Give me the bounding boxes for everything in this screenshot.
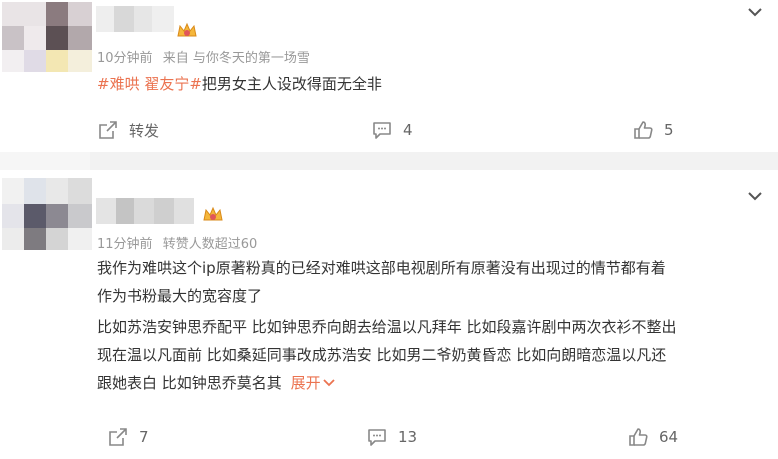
avatar[interactable] (2, 178, 92, 250)
expand-link[interactable]: 展开 (291, 374, 335, 392)
comment-icon (373, 122, 391, 139)
like-button[interactable]: 64 (627, 426, 678, 448)
comment-icon (368, 429, 386, 446)
crown-badge-icon (177, 22, 197, 37)
comment-text: 把男女主人设改得面无全非 (201, 75, 382, 93)
chevron-down-icon (322, 379, 335, 387)
chevron-down-icon[interactable] (747, 6, 763, 18)
repost-button[interactable]: 7 (107, 426, 149, 448)
meta-line: 11分钟前 转赞人数超过60 (97, 233, 263, 252)
comment-line: 现在温以凡面前 比如桑延同事改成苏浩安 比如男二爷奶黄昏恋 比如向朗暗恋温以凡还 (97, 346, 667, 364)
repost-button[interactable]: 转发 (97, 119, 159, 141)
post-time: 11分钟前 (97, 237, 153, 252)
crown-badge-icon (203, 206, 223, 221)
comment-line-last: 跟她表白 比如钟思乔莫名其 展开 (97, 369, 767, 397)
comment-count: 13 (398, 428, 418, 446)
username-blurred[interactable] (96, 6, 174, 32)
avatar[interactable] (2, 2, 92, 74)
like-icon (634, 121, 653, 139)
chevron-down-icon[interactable] (747, 190, 763, 202)
meta-line: 10分钟前 来自 与你冬天的第一场雪 (97, 47, 316, 66)
comment-body: 我作为难哄这个ip原著粉真的已经对难哄这部电视剧所有原著没有出现过的情节都有着 … (97, 254, 767, 397)
like-icon (629, 428, 648, 446)
comment-line: 我作为难哄这个ip原著粉真的已经对难哄这部电视剧所有原著没有出现过的情节都有着 (97, 259, 666, 277)
comment-button[interactable]: 4 (371, 119, 413, 141)
like-count: 5 (664, 121, 674, 139)
post-stat: 转赞人数超过60 (162, 237, 258, 252)
post-time: 10分钟前 (97, 51, 153, 66)
repost-count: 7 (139, 428, 149, 446)
comment-count: 4 (403, 121, 413, 139)
repost-icon (99, 121, 117, 139)
comment-card-1: 10分钟前 来自 与你冬天的第一场雪 #难哄 翟友宁#把男女主人设改得面无全非 … (0, 0, 778, 152)
like-count: 64 (659, 428, 679, 446)
hashtag-link[interactable]: #难哄 翟友宁# (97, 75, 202, 93)
comment-body: #难哄 翟友宁#把男女主人设改得面无全非 (97, 70, 382, 98)
comment-line: 作为书粉最大的宽容度了 (97, 287, 263, 305)
post-source[interactable]: 来自 与你冬天的第一场雪 (163, 51, 310, 66)
comment-line: 比如苏浩安钟思乔配平 比如钟思乔向朗去给温以凡拜年 比如段嘉许剧中两次衣衫不整出 (97, 318, 677, 336)
username-blurred[interactable] (96, 198, 194, 224)
card-separator (0, 152, 778, 170)
comment-card-2: 11分钟前 转赞人数超过60 我作为难哄这个ip原著粉真的已经对难哄这部电视剧所… (0, 170, 778, 459)
repost-label: 转发 (129, 121, 160, 140)
repost-icon (109, 428, 127, 446)
like-button[interactable]: 5 (632, 119, 674, 141)
comment-button[interactable]: 13 (366, 426, 417, 448)
